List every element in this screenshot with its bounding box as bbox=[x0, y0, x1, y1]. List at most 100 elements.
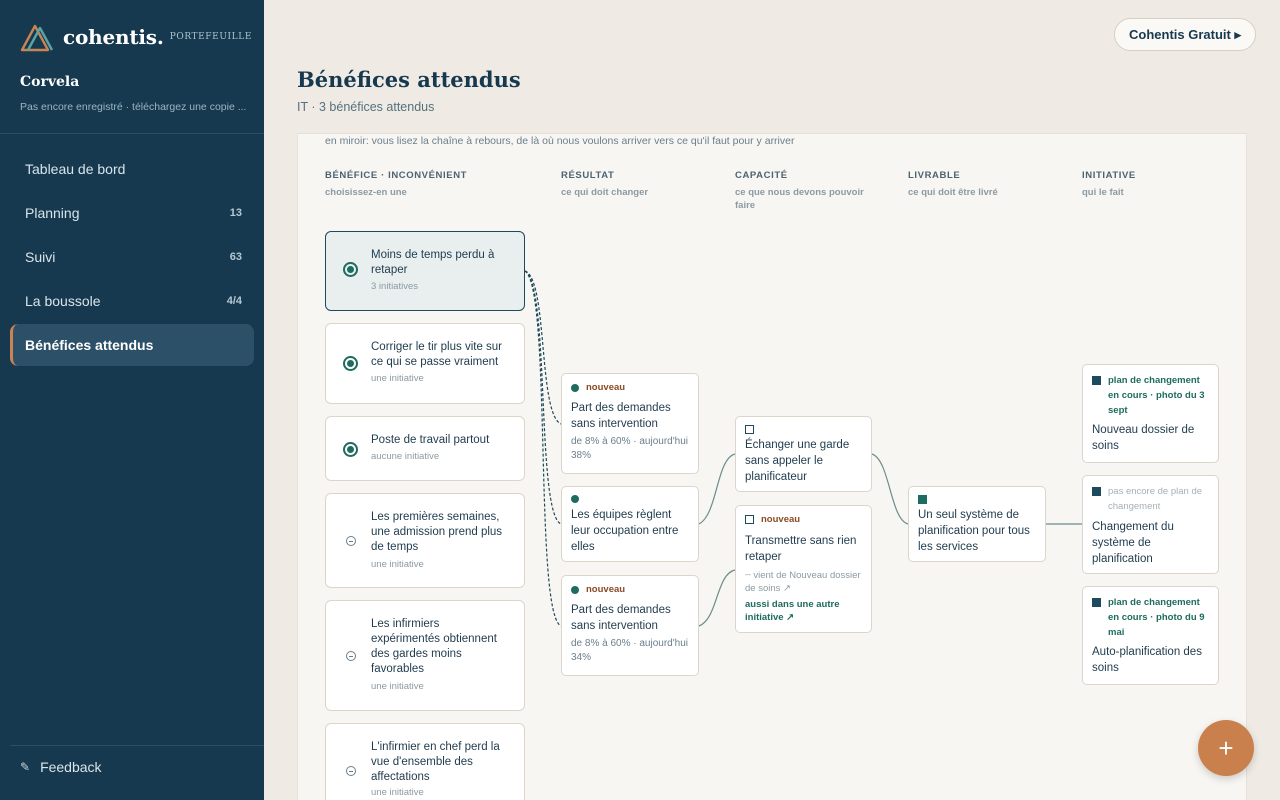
result-metric: de 8% à 60% · aujourd'hui 38% bbox=[571, 436, 688, 461]
result-title: Part des demandes sans intervention bbox=[571, 604, 671, 632]
column-head-benefit: BÉNÉFICE · INCONVÉNIENT bbox=[325, 170, 468, 181]
logo-mark-icon bbox=[20, 24, 54, 52]
logo-text: cohentis. bbox=[63, 25, 164, 49]
plan-button[interactable]: Cohentis Gratuit ▸ bbox=[1114, 18, 1256, 51]
sidebar: cohentis. PORTEFEUILLE Corvela Pas encor… bbox=[0, 0, 264, 800]
sidebar-divider bbox=[0, 133, 264, 134]
column-head-result: RÉSULTAT bbox=[561, 170, 615, 181]
benefit-meta: une initiative bbox=[371, 787, 424, 798]
sidebar-nav: Tableau de bord Planning 13 Suivi 63 La … bbox=[10, 148, 254, 368]
sidebar-item-label: La boussole bbox=[25, 293, 101, 309]
initiative-title: Changement du système de planification bbox=[1092, 521, 1174, 565]
capability-title: Échanger une garde sans appeler le plani… bbox=[745, 439, 850, 483]
new-tag-label: nouveau bbox=[761, 514, 801, 525]
capability-source[interactable]: ┄ vient de Nouveau dossier de soins ↗ bbox=[745, 570, 865, 595]
benefit-meta: une initiative bbox=[371, 373, 424, 384]
radio-selected-icon[interactable] bbox=[343, 356, 358, 371]
capability-node[interactable]: nouveau Transmettre sans rien retaper ┄ … bbox=[735, 505, 872, 633]
sidebar-item-label: Tableau de bord bbox=[25, 161, 126, 177]
sidebar-item-benefices[interactable]: Bénéfices attendus bbox=[10, 324, 254, 366]
result-node[interactable]: nouveau Part des demandes sans intervent… bbox=[561, 373, 699, 474]
initiative-node[interactable]: pas encore de plan de changement Changem… bbox=[1082, 475, 1219, 574]
sidebar-item-suivi[interactable]: Suivi 63 bbox=[10, 236, 254, 278]
connector-benefit-result bbox=[524, 270, 562, 627]
result-metric: de 8% à 60% · aujourd'hui 34% bbox=[571, 638, 688, 663]
connector-result-capability bbox=[698, 453, 736, 525]
benefit-card[interactable]: Les premières semaines, une admission pr… bbox=[325, 493, 525, 588]
initiative-square-icon bbox=[1092, 598, 1101, 607]
benefit-card[interactable]: L'infirmier en chef perd la vue d'ensemb… bbox=[325, 723, 525, 800]
org-save-status[interactable]: Pas encore enregistré · téléchargez une … bbox=[20, 101, 250, 113]
status-tag bbox=[571, 495, 586, 503]
column-head-capability: CAPACITÉ bbox=[735, 170, 788, 181]
sidebar-item-label: Bénéfices attendus bbox=[25, 337, 154, 353]
deliverable-title: Un seul système de planification pour to… bbox=[918, 509, 1030, 553]
sidebar-item-count: 13 bbox=[229, 207, 242, 219]
capability-shared-link[interactable]: aussi dans une autre initiative ↗ bbox=[745, 599, 863, 624]
initiative-node[interactable]: plan de changement en cours · photo du 9… bbox=[1082, 586, 1219, 685]
sidebar-item-dashboard[interactable]: Tableau de bord bbox=[10, 148, 254, 190]
benefit-card[interactable]: Poste de travail partout aucune initiati… bbox=[325, 416, 525, 481]
initiative-title: Nouveau dossier de soins bbox=[1092, 424, 1195, 452]
status-dot-icon bbox=[571, 495, 579, 503]
initiative-status: plan de changement en cours · photo du 9… bbox=[1092, 595, 1210, 640]
org-name: Corvela bbox=[20, 74, 80, 90]
feedback-link[interactable]: ✎ Feedback bbox=[20, 759, 102, 775]
initiative-status-label: pas encore de plan de changement bbox=[1108, 486, 1203, 512]
checkbox-icon[interactable] bbox=[745, 425, 754, 434]
new-tag: nouveau bbox=[571, 382, 625, 393]
benefit-card[interactable]: Les infirmiers expérimentés obtiennent d… bbox=[325, 600, 525, 711]
radio-unselected-icon[interactable] bbox=[346, 536, 356, 546]
result-title: Part des demandes sans intervention bbox=[571, 402, 671, 430]
sidebar-item-planning[interactable]: Planning 13 bbox=[10, 192, 254, 234]
new-tag-label: nouveau bbox=[586, 584, 626, 595]
connector-benefit-result bbox=[524, 270, 562, 425]
benefit-meta: une initiative bbox=[371, 559, 424, 570]
benefits-map-panel: en miroir: vous lisez la chaîne à rebour… bbox=[297, 133, 1247, 800]
capability-node[interactable]: Échanger une garde sans appeler le plani… bbox=[735, 416, 872, 492]
add-fab-button[interactable]: + bbox=[1198, 720, 1254, 776]
benefit-title: Poste de travail partout bbox=[371, 434, 490, 446]
initiative-status: pas encore de plan de changement bbox=[1092, 484, 1210, 514]
result-node[interactable]: nouveau Part des demandes sans intervent… bbox=[561, 575, 699, 676]
sidebar-item-boussole[interactable]: La boussole 4/4 bbox=[10, 280, 254, 322]
radio-unselected-icon[interactable] bbox=[346, 766, 356, 776]
deliverable-square-icon bbox=[918, 495, 927, 504]
benefit-card[interactable]: Moins de temps perdu à retaper 3 initiat… bbox=[325, 231, 525, 311]
benefit-title: Moins de temps perdu à retaper bbox=[371, 249, 495, 276]
feedback-label: Feedback bbox=[40, 759, 102, 775]
result-node[interactable]: Les équipes règlent leur occupation entr… bbox=[561, 486, 699, 562]
sidebar-item-count: 4/4 bbox=[226, 295, 242, 307]
column-sub-initiative: qui le fait bbox=[1082, 187, 1124, 198]
logo[interactable]: cohentis. PORTEFEUILLE bbox=[20, 22, 252, 52]
initiative-status-label: plan de changement en cours · photo du 3… bbox=[1108, 375, 1205, 416]
column-sub-deliverable: ce qui doit être livré bbox=[908, 187, 998, 198]
benefit-card[interactable]: Corriger le tir plus vite sur ce qui se … bbox=[325, 323, 525, 404]
page-subtitle: IT · 3 bénéfices attendus bbox=[297, 100, 435, 114]
column-sub-result: ce qui doit changer bbox=[561, 187, 649, 198]
benefit-meta: une initiative bbox=[371, 681, 424, 692]
capability-title: Transmettre sans rien retaper bbox=[745, 535, 857, 563]
new-tag: nouveau bbox=[571, 584, 625, 595]
radio-selected-icon[interactable] bbox=[343, 442, 358, 457]
initiative-node[interactable]: plan de changement en cours · photo du 3… bbox=[1082, 364, 1219, 463]
sidebar-divider bbox=[10, 745, 264, 746]
benefit-title: Corriger le tir plus vite sur ce qui se … bbox=[371, 341, 503, 368]
deliverable-node[interactable]: Un seul système de planification pour to… bbox=[908, 486, 1046, 562]
checkbox-icon[interactable] bbox=[745, 515, 754, 524]
status-dot-icon bbox=[571, 383, 579, 392]
portfolio-tag[interactable]: PORTEFEUILLE bbox=[170, 32, 252, 42]
connector-result-capability bbox=[698, 569, 736, 627]
benefit-title: Les infirmiers expérimentés obtiennent d… bbox=[371, 618, 497, 675]
result-title: Les équipes règlent leur occupation entr… bbox=[571, 509, 679, 553]
benefit-meta: 3 initiatives bbox=[371, 281, 418, 292]
sidebar-item-label: Planning bbox=[25, 205, 80, 221]
status-tag bbox=[745, 425, 761, 434]
radio-selected-icon[interactable] bbox=[343, 262, 358, 277]
column-head-initiative: INITIATIVE bbox=[1082, 170, 1136, 181]
initiative-square-icon bbox=[1092, 376, 1101, 385]
radio-unselected-icon[interactable] bbox=[346, 651, 356, 661]
page-title: Bénéfices attendus bbox=[297, 67, 521, 92]
initiative-square-icon bbox=[1092, 487, 1101, 496]
initiative-title: Auto-planification des soins bbox=[1092, 646, 1202, 674]
